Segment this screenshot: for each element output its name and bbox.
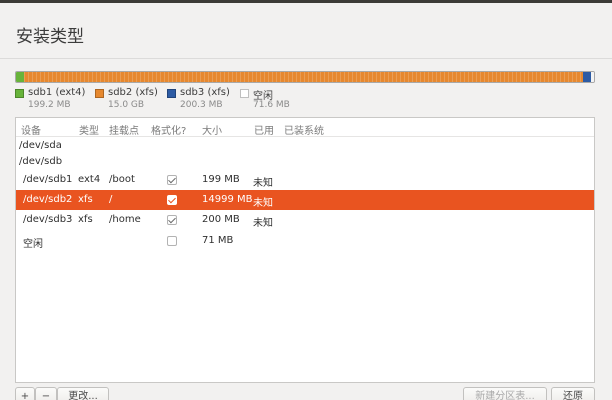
cell-device: /dev/sdb: [19, 156, 63, 167]
format-checkbox[interactable]: [167, 175, 177, 185]
cell-size: 199 MB: [202, 174, 240, 185]
column-header-mount[interactable]: 挂载点: [109, 122, 139, 137]
cell-device: 空闲: [23, 239, 43, 250]
legend-label: sdb3 (xfs): [180, 87, 230, 98]
partition-segment-sdb1: [16, 72, 24, 82]
column-header-format[interactable]: 格式化?: [151, 122, 186, 137]
cell-device: /dev/sdb2: [23, 194, 73, 205]
legend-swatch: [240, 89, 249, 98]
partition-table: 设备 类型 挂载点 格式化? 大小 已用 已装系统 /dev/sda /dev/…: [15, 117, 595, 383]
partition-segment-free: [591, 72, 594, 82]
cell-type: xfs: [78, 214, 93, 225]
cell-size: 71 MB: [202, 235, 234, 246]
cell-mount: /home: [109, 214, 141, 225]
legend-size: 15.0 GB: [108, 100, 145, 110]
format-checkbox[interactable]: [167, 215, 177, 225]
cell-size: 14999 MB: [202, 194, 253, 205]
table-row[interactable]: /dev/sdb3 xfs /home 200 MB 未知: [16, 210, 594, 230]
cell-used: 未知: [253, 198, 273, 209]
table-row[interactable]: /dev/sdb1 ext4 /boot 199 MB 未知: [16, 170, 594, 190]
partition-bar: [15, 71, 595, 83]
table-row[interactable]: /dev/sdb: [16, 152, 594, 172]
cell-type: xfs: [78, 194, 93, 205]
legend-swatch: [95, 89, 104, 98]
cell-mount: /: [109, 194, 113, 205]
cell-used: 未知: [253, 178, 273, 189]
header: 安装类型: [0, 3, 612, 59]
revert-button[interactable]: 还原: [551, 387, 595, 400]
column-header-used[interactable]: 已用: [254, 122, 274, 137]
format-checkbox[interactable]: [167, 195, 177, 205]
cell-size: 200 MB: [202, 214, 240, 225]
page-title: 安装类型: [16, 27, 84, 47]
legend-size: 71.6 MB: [253, 100, 290, 110]
partition-segment-sdb3: [583, 72, 591, 82]
column-header-device[interactable]: 设备: [21, 122, 41, 137]
cell-type: ext4: [78, 174, 101, 185]
format-checkbox[interactable]: [167, 236, 177, 246]
legend-size: 199.2 MB: [28, 100, 71, 110]
cell-device: /dev/sdb1: [23, 174, 73, 185]
legend-label: sdb1 (ext4): [28, 87, 86, 98]
cell-mount: /boot: [109, 174, 135, 185]
column-header-size[interactable]: 大小: [202, 122, 222, 137]
table-row-selected[interactable]: /dev/sdb2 xfs / 14999 MB 未知: [16, 190, 594, 210]
table-row[interactable]: 空闲 71 MB: [16, 231, 594, 251]
column-header-system[interactable]: 已装系统: [284, 122, 324, 137]
cell-device: /dev/sdb3: [23, 214, 73, 225]
new-partition-table-button[interactable]: 新建分区表...: [463, 387, 547, 400]
change-partition-button[interactable]: 更改...: [57, 387, 109, 400]
remove-partition-button[interactable]: −: [35, 387, 57, 400]
cell-used: 未知: [253, 218, 273, 229]
legend-swatch: [167, 89, 176, 98]
table-header: 设备 类型 挂载点 格式化? 大小 已用 已装系统: [16, 118, 594, 137]
add-partition-button[interactable]: +: [15, 387, 35, 400]
partition-segment-sdb2: [24, 72, 583, 82]
legend-size: 200.3 MB: [180, 100, 223, 110]
legend-label: sdb2 (xfs): [108, 87, 158, 98]
partition-legend: sdb1 (ext4) 199.2 MB sdb2 (xfs) 15.0 GB …: [15, 87, 605, 115]
legend-swatch: [15, 89, 24, 98]
cell-device: /dev/sda: [19, 140, 62, 151]
column-header-type[interactable]: 类型: [79, 122, 99, 137]
partition-toolbar: + − 更改... 新建分区表... 还原: [15, 387, 595, 400]
